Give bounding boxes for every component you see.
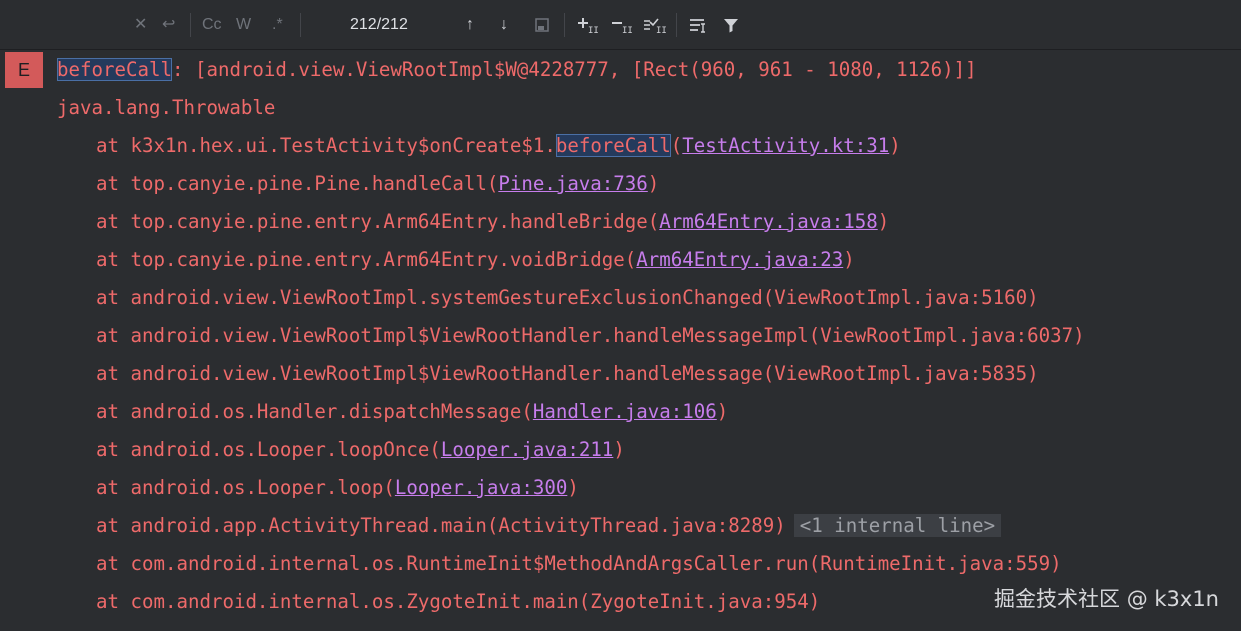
next-occurrence-icon[interactable]: ↓ [500, 14, 508, 36]
previous-occurrence-icon[interactable]: ↑ [466, 14, 474, 36]
svg-text:II: II [588, 26, 598, 34]
stack-frame: at top.canyie.pine.Pine.handleCall(Pine.… [96, 169, 659, 199]
stack-frame-text: at top.canyie.pine.entry.Arm64Entry.void… [96, 248, 637, 271]
filter-results-icon[interactable] [688, 14, 708, 36]
stack-frame-text: at com.android.internal.os.RuntimeInit$M… [96, 552, 1062, 575]
svg-text:II: II [622, 26, 632, 34]
select-occurrences-icon[interactable]: II [642, 14, 667, 36]
log-message-text: : [android.view.ViewRootImpl$W@4228777, … [171, 58, 977, 81]
search-field[interactable] [8, 8, 298, 42]
source-link[interactable]: Looper.java:211 [441, 438, 613, 461]
stack-frame: at android.view.ViewRootImpl.systemGestu… [96, 283, 1039, 313]
exception-line: java.lang.Throwable [57, 96, 276, 119]
stack-frame: at android.os.Handler.dispatchMessage(Ha… [96, 397, 728, 427]
search-match-highlight: beforeCall [555, 134, 671, 157]
log-message-line: beforeCall: [android.view.ViewRootImpl$W… [57, 55, 977, 85]
svg-text:II: II [656, 26, 666, 34]
match-words-button[interactable]: W [236, 14, 251, 36]
source-link[interactable]: Looper.java:300 [395, 476, 567, 499]
toolbar-divider [190, 13, 191, 37]
stack-frame: at top.canyie.pine.entry.Arm64Entry.void… [96, 245, 855, 275]
stack-frame-text: at android.os.Handler.dispatchMessage( [96, 400, 533, 423]
toolbar-divider [676, 13, 677, 37]
toolbar-divider [300, 13, 301, 37]
stack-frame-text: at top.canyie.pine.entry.Arm64Entry.hand… [96, 210, 660, 233]
match-count: 212/212 [350, 16, 408, 33]
stack-frame: at k3x1n.hex.ui.TestActivity$onCreate$1.… [96, 131, 901, 161]
stack-frame-paren: ) [716, 400, 729, 423]
stack-frame: at com.android.internal.os.ZygoteInit.ma… [96, 587, 820, 617]
source-link[interactable]: TestActivity.kt:31 [682, 134, 889, 157]
filter-icon[interactable] [722, 14, 740, 36]
stack-frame-paren: ) [567, 476, 579, 499]
stack-frame-text: at top.canyie.pine.Pine.handleCall( [96, 172, 499, 195]
stack-frame: at android.app.ActivityThread.main(Activ… [96, 511, 1002, 541]
console-search-toolbar: ✕ ↩ Cc W .* 212/212 ↑ ↓ II II II [0, 0, 1241, 50]
stack-frame-text: at k3x1n.hex.ui.TestActivity$onCreate$1. [96, 134, 556, 157]
stack-frame-text: at android.view.ViewRootImpl.systemGestu… [96, 286, 1039, 309]
stack-frame-paren: ) [889, 134, 901, 157]
stack-frame-paren: ) [877, 210, 890, 233]
stack-frame-text: at android.app.ActivityThread.main(Activ… [96, 514, 786, 537]
toolbar-divider [564, 13, 565, 37]
stack-frame-text: at android.os.Looper.loopOnce( [96, 438, 441, 461]
add-occurrence-icon[interactable]: II [576, 14, 599, 36]
stack-frame: at com.android.internal.os.RuntimeInit$M… [96, 549, 1062, 579]
stack-frame-paren: ) [647, 172, 660, 195]
stack-frame-paren: ) [613, 438, 625, 461]
source-link[interactable]: Arm64Entry.java:23 [636, 248, 843, 271]
folded-lines-toggle[interactable]: <1 internal line> [793, 514, 1002, 537]
watermark: 掘金技术社区 @ k3x1n [994, 587, 1219, 611]
match-case-button[interactable]: Cc [202, 14, 222, 36]
stack-frame: at android.os.Looper.loopOnce(Looper.jav… [96, 435, 625, 465]
source-link[interactable]: Handler.java:106 [533, 400, 717, 423]
stack-frame-text: at android.view.ViewRootImpl$ViewRootHan… [96, 324, 1085, 347]
stack-frame-text: at com.android.internal.os.ZygoteInit.ma… [96, 590, 821, 613]
stack-frame-paren: ) [843, 248, 855, 271]
select-all-occurrences-icon[interactable] [534, 14, 550, 36]
remove-occurrence-icon[interactable]: II [610, 14, 633, 36]
stack-frame: at android.view.ViewRootImpl$ViewRootHan… [96, 359, 1039, 389]
source-link[interactable]: Arm64Entry.java:158 [659, 210, 877, 233]
stack-frame: at android.os.Looper.loop(Looper.java:30… [96, 473, 579, 503]
stack-frame-text: at android.os.Looper.loop( [96, 476, 395, 499]
new-line-icon[interactable]: ↩ [162, 14, 175, 36]
search-match-highlight: beforeCall [57, 58, 172, 81]
stack-frame: at android.view.ViewRootImpl$ViewRootHan… [96, 321, 1085, 351]
stack-frame-paren: ( [670, 134, 683, 157]
log-level-badge: E [5, 52, 43, 88]
clear-search-icon[interactable]: ✕ [134, 14, 147, 36]
stack-frame: at top.canyie.pine.entry.Arm64Entry.hand… [96, 207, 889, 237]
regex-button[interactable]: .* [272, 14, 283, 36]
search-input[interactable] [12, 12, 136, 40]
source-link[interactable]: Pine.java:736 [498, 172, 647, 195]
stack-frame-text: at android.view.ViewRootImpl$ViewRootHan… [96, 362, 1039, 385]
